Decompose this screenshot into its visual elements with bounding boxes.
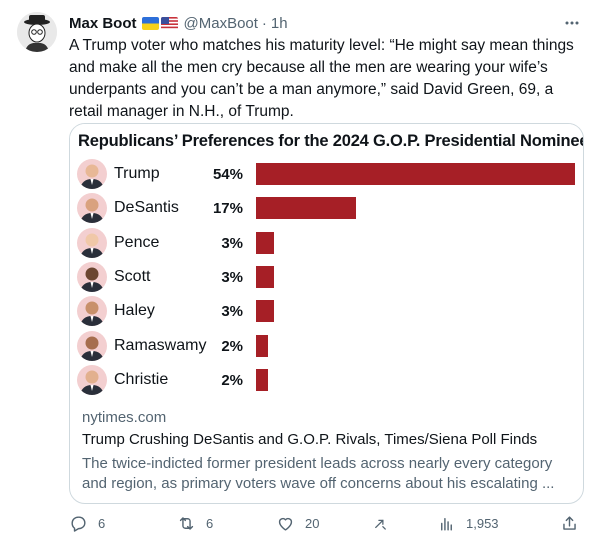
like-count: 20 <box>305 516 320 531</box>
more-horizontal-icon[interactable] <box>564 15 580 34</box>
avatar-illustration <box>17 12 57 52</box>
views-button[interactable]: 1,953 <box>437 514 499 533</box>
data-label: 3% <box>221 303 243 321</box>
category-label: Trump <box>114 165 160 182</box>
category-label: Scott <box>114 267 151 285</box>
heart-icon <box>278 517 293 531</box>
category-label: DeSantis <box>114 199 179 217</box>
data-label: 54% <box>212 166 243 183</box>
bar <box>256 265 274 288</box>
candidate-portrait <box>77 159 107 189</box>
tweet[interactable]: Max Boot @MaxBoot · 1h A Trump voter who… <box>0 0 598 549</box>
grok-icon <box>375 519 386 530</box>
author-name[interactable]: Max Boot <box>69 15 137 32</box>
views-bar-chart-icon <box>441 518 452 531</box>
bar <box>256 300 274 323</box>
candidate-portrait <box>77 227 107 258</box>
views-count: 1,953 <box>466 516 499 531</box>
tweet-header: Max Boot @MaxBoot · 1h <box>69 12 584 34</box>
data-label: 3% <box>221 268 243 286</box>
card-headline: Trump Crushing DeSantis and G.O.P. Rival… <box>82 431 538 448</box>
author-avatar[interactable] <box>17 12 57 52</box>
chart-row-desantis: DeSantis 17% <box>70 192 583 226</box>
chart-row-haley: Haley 3% <box>70 295 583 329</box>
category-label: Ramaswamy <box>114 336 207 354</box>
bar <box>256 163 575 185</box>
us-flag-icon <box>160 16 178 30</box>
data-label: 17% <box>212 200 243 218</box>
candidate-portrait <box>77 364 107 395</box>
card-description: The twice-indicted former president lead… <box>82 455 555 492</box>
data-label: 2% <box>221 371 243 389</box>
category-label: Haley <box>114 302 155 320</box>
name-emoji-flags <box>141 16 178 30</box>
bar <box>256 231 274 254</box>
tweet-text: A Trump voter who matches his maturity l… <box>69 37 574 120</box>
chart-row-christie: Christie 2% <box>70 364 583 398</box>
reply-icon <box>71 516 86 532</box>
bar <box>256 334 268 357</box>
chart-title: Republicans’ Preferences for the 2024 G.… <box>78 132 584 150</box>
category-label: Pence <box>114 233 160 251</box>
data-label: 3% <box>221 234 243 252</box>
separator-dot: · <box>261 14 267 32</box>
chart-row-pence: Pence 3% <box>70 227 583 261</box>
link-card[interactable]: Republicans’ Preferences for the 2024 G.… <box>69 123 584 504</box>
candidate-portrait <box>77 296 107 327</box>
tweet-actions: 6 6 20 1,953 <box>69 514 584 538</box>
chart-image: Republicans’ Preferences for the 2024 G.… <box>70 124 584 395</box>
bar <box>256 368 268 391</box>
candidate-portrait <box>77 193 107 224</box>
retweet-button[interactable]: 6 <box>177 514 213 533</box>
reply-button[interactable]: 6 <box>69 514 105 533</box>
data-label: 2% <box>221 337 243 355</box>
share-icon <box>563 516 576 530</box>
ukraine-flag-icon <box>141 16 159 30</box>
tweet-time[interactable]: 1h <box>271 15 288 32</box>
candidate-portrait <box>77 261 107 292</box>
like-button[interactable]: 20 <box>276 514 319 533</box>
retweet-count: 6 <box>206 516 214 531</box>
retweet-icon <box>179 517 194 530</box>
bar <box>256 197 357 220</box>
card-source-domain: nytimes.com <box>82 409 167 426</box>
author-handle[interactable]: @MaxBoot <box>184 15 258 32</box>
grok-button[interactable] <box>371 514 390 533</box>
candidate-portrait <box>77 330 107 361</box>
share-button[interactable] <box>560 514 579 533</box>
chart-row-trump: Trump 54% <box>70 158 583 192</box>
reply-count: 6 <box>98 516 106 531</box>
chart-row-ramaswamy: Ramaswamy 2% <box>70 330 583 364</box>
chart-row-scott: Scott 3% <box>70 261 583 295</box>
category-label: Christie <box>114 370 169 388</box>
